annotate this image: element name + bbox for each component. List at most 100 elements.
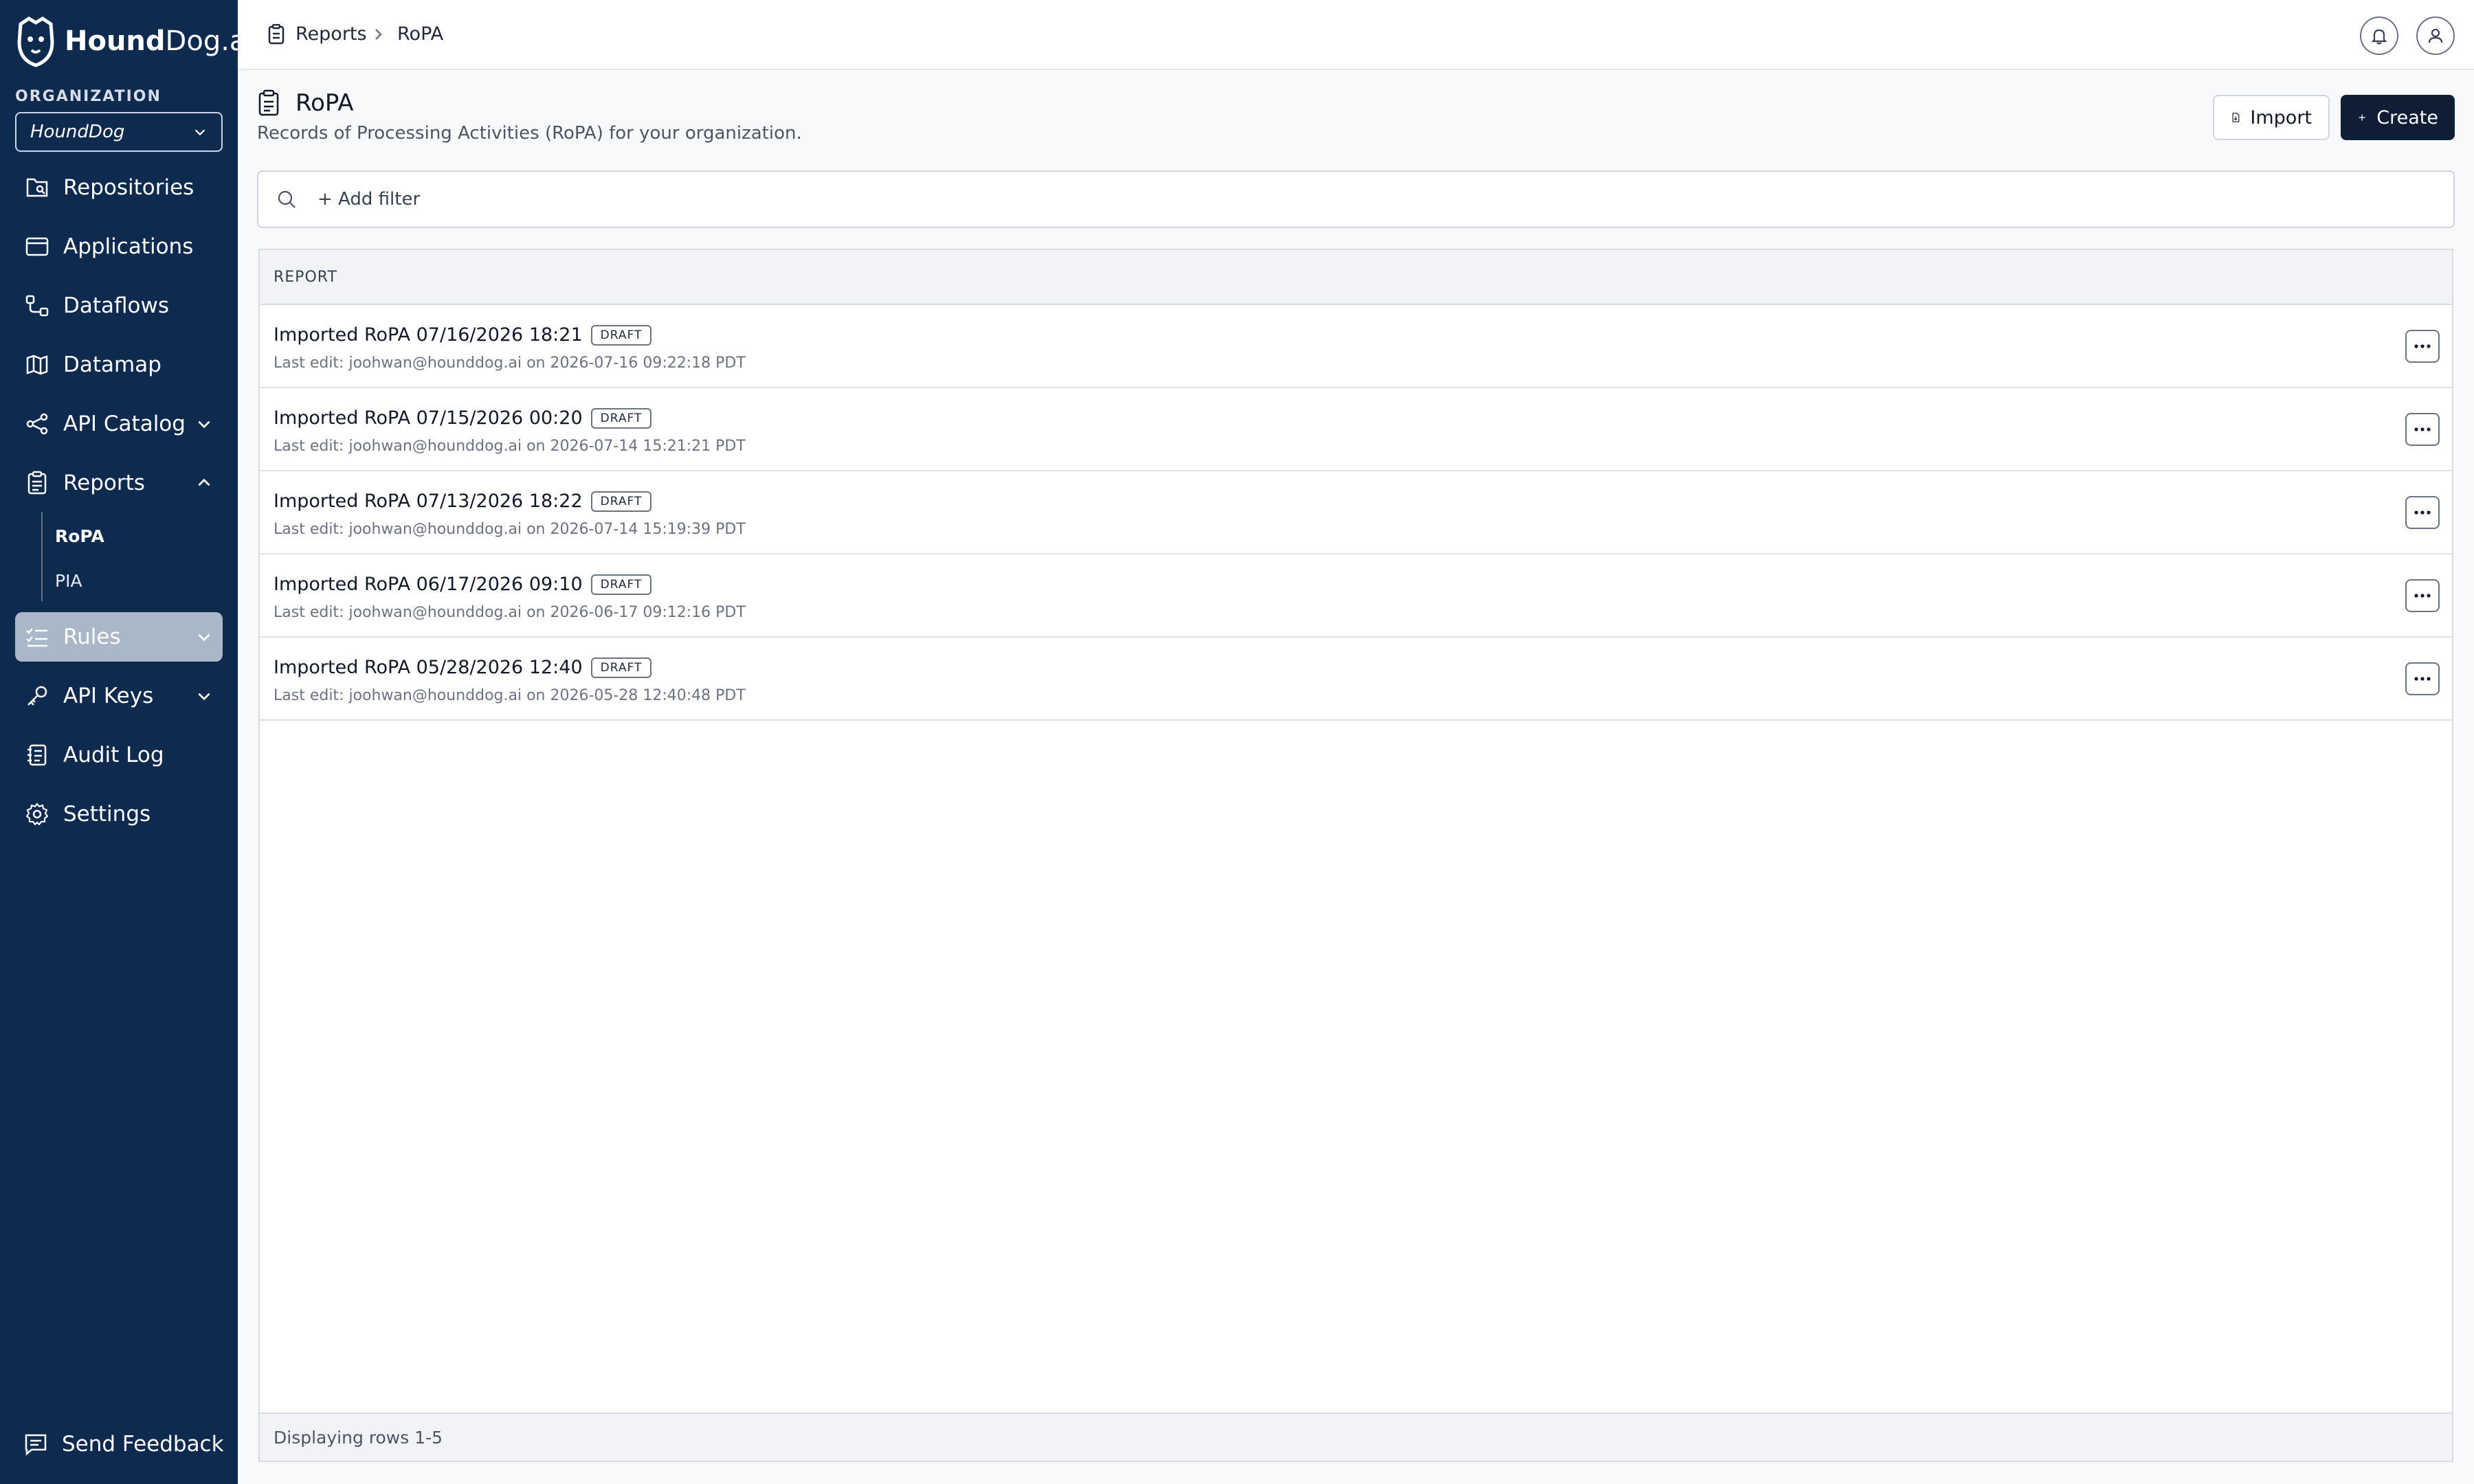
status-badge: DRAFT [590, 574, 652, 595]
organization-select[interactable]: HoundDog [15, 112, 223, 152]
more-horizontal-icon [2414, 677, 2431, 681]
add-filter-button[interactable]: + Add filter [317, 189, 420, 210]
sidebar-subitem-ropa[interactable]: RoPA [55, 526, 104, 546]
sidebar-item-label: Dataflows [63, 293, 170, 318]
more-horizontal-icon [2414, 344, 2431, 348]
filter-bar[interactable]: + Add filter [257, 170, 2455, 228]
clipboard-icon [258, 89, 279, 116]
sidebar-item-settings[interactable]: Settings [15, 789, 223, 839]
report-name[interactable]: Imported RoPA 05/28/2026 12:40 [274, 657, 583, 678]
submenu-guide-line [41, 512, 43, 601]
reports-icon [27, 471, 47, 495]
sidebar-item-applications[interactable]: Applications [15, 222, 223, 271]
rows-count-text: Displaying rows 1-5 [274, 1427, 443, 1448]
report-name[interactable]: Imported RoPA 06/17/2026 09:10 [274, 574, 583, 595]
last-edit-text: Last edit: joohwan@hounddog.ai on 2026-0… [274, 604, 746, 621]
sidebar-item-label: API Keys [63, 684, 154, 708]
report-name[interactable]: Imported RoPA 07/15/2026 00:20 [274, 407, 583, 429]
breadcrumb-label: Reports [296, 23, 367, 45]
sidebar-item-reports[interactable]: Reports [15, 458, 223, 508]
sidebar-item-label: Applications [63, 234, 194, 259]
row-actions-button[interactable] [2405, 496, 2440, 529]
datamap-icon [26, 355, 48, 375]
logo[interactable]: HoundDog.ai [14, 14, 254, 69]
notifications-button[interactable] [2360, 16, 2398, 55]
chevron-down-icon [198, 420, 210, 429]
create-button[interactable]: Create [2341, 95, 2455, 140]
row-title: Imported RoPA 05/28/2026 12:40 DRAFT [274, 657, 652, 678]
more-horizontal-icon [2414, 510, 2431, 515]
row-title: Imported RoPA 06/17/2026 09:10 DRAFT [274, 574, 652, 595]
organization-value: HoundDog [30, 122, 125, 142]
organization-label: ORGANIZATION [15, 88, 161, 105]
key-icon [27, 686, 47, 706]
send-feedback-label: Send Feedback [62, 1432, 224, 1457]
sidebar-item-api-catalog[interactable]: API Catalog [15, 399, 223, 449]
search-icon [278, 190, 296, 208]
status-badge: DRAFT [590, 407, 652, 429]
sidebar-item-label: Datamap [63, 352, 161, 377]
row-actions-button[interactable] [2405, 413, 2440, 446]
sidebar-item-label: Settings [63, 802, 151, 827]
sidebar-item-repositories[interactable]: Repositories [15, 163, 223, 212]
top-bar: Reports RoPA [238, 0, 2474, 70]
user-menu-button[interactable] [2416, 16, 2455, 55]
send-feedback-button[interactable]: Send Feedback [23, 1432, 224, 1457]
sidebar-item-label: API Catalog [63, 412, 186, 436]
applications-icon [25, 237, 49, 256]
chevron-down-icon [198, 633, 210, 642]
last-edit-text: Last edit: joohwan@hounddog.ai on 2026-0… [274, 521, 746, 538]
table-row[interactable]: Imported RoPA 07/15/2026 00:20 DRAFT Las… [260, 388, 2452, 471]
row-title: Imported RoPA 07/16/2026 18:21 DRAFT [274, 324, 652, 346]
row-actions-button[interactable] [2405, 579, 2440, 612]
more-horizontal-icon [2414, 594, 2431, 598]
create-label: Create [2376, 106, 2438, 128]
import-label: Import [2250, 106, 2312, 128]
hounddog-logo-icon [17, 16, 54, 67]
more-horizontal-icon [2414, 427, 2431, 431]
row-actions-button[interactable] [2405, 662, 2440, 695]
repositories-icon [26, 178, 48, 197]
sidebar-item-audit-log[interactable]: Audit Log [15, 730, 223, 780]
table-header: REPORT [260, 250, 2452, 305]
plus-icon [2359, 114, 2365, 121]
breadcrumb-reports[interactable]: Reports [267, 23, 367, 45]
table-row[interactable]: Imported RoPA 05/28/2026 12:40 DRAFT Las… [260, 638, 2452, 721]
breadcrumb-label: RoPA [397, 23, 444, 45]
status-badge: DRAFT [590, 657, 652, 678]
breadcrumb-current: RoPA [397, 23, 443, 45]
table-row[interactable]: Imported RoPA 06/17/2026 09:10 DRAFT Las… [260, 554, 2452, 638]
sidebar-item-label: Reports [63, 471, 145, 495]
row-title: Imported RoPA 07/13/2026 18:22 DRAFT [274, 491, 652, 512]
sidebar-item-rules[interactable]: Rules [15, 612, 223, 662]
sidebar-item-label: Rules [63, 625, 121, 649]
dataflows-icon [25, 295, 49, 317]
column-header-report[interactable]: REPORT [274, 269, 337, 286]
user-icon [2428, 28, 2443, 43]
chevron-down-icon [198, 693, 210, 701]
page-title: RoPA [257, 89, 354, 117]
sidebar-subitem-pia[interactable]: PIA [55, 571, 82, 591]
last-edit-text: Last edit: joohwan@hounddog.ai on 2026-0… [274, 687, 746, 704]
last-edit-text: Last edit: joohwan@hounddog.ai on 2026-0… [274, 355, 746, 372]
table-footer: Displaying rows 1-5 [260, 1413, 2452, 1461]
bell-icon [2371, 29, 2387, 45]
reports-icon [268, 23, 285, 44]
chevron-down-icon [194, 129, 205, 136]
page-title-text: RoPA [296, 89, 354, 117]
sidebar-item-api-keys[interactable]: API Keys [15, 671, 223, 721]
report-name[interactable]: Imported RoPA 07/16/2026 18:21 [274, 324, 583, 346]
table-row[interactable]: Imported RoPA 07/13/2026 18:22 DRAFT Las… [260, 471, 2452, 554]
last-edit-text: Last edit: joohwan@hounddog.ai on 2026-0… [274, 438, 746, 455]
sidebar-item-datamap[interactable]: Datamap [15, 340, 223, 390]
report-name[interactable]: Imported RoPA 07/13/2026 18:22 [274, 491, 583, 512]
gear-icon [25, 802, 49, 826]
page-description: Records of Processing Activities (RoPA) … [257, 123, 802, 144]
row-actions-button[interactable] [2405, 330, 2440, 363]
sidebar-item-dataflows[interactable]: Dataflows [15, 281, 223, 330]
brand-name: HoundDog.ai [65, 25, 254, 57]
api-catalog-icon [26, 413, 48, 435]
import-button[interactable]: Import [2213, 95, 2330, 140]
reports-table: REPORT Imported RoPA 07/16/2026 18:21 DR… [258, 249, 2453, 1462]
table-row[interactable]: Imported RoPA 07/16/2026 18:21 DRAFT Las… [260, 305, 2452, 388]
